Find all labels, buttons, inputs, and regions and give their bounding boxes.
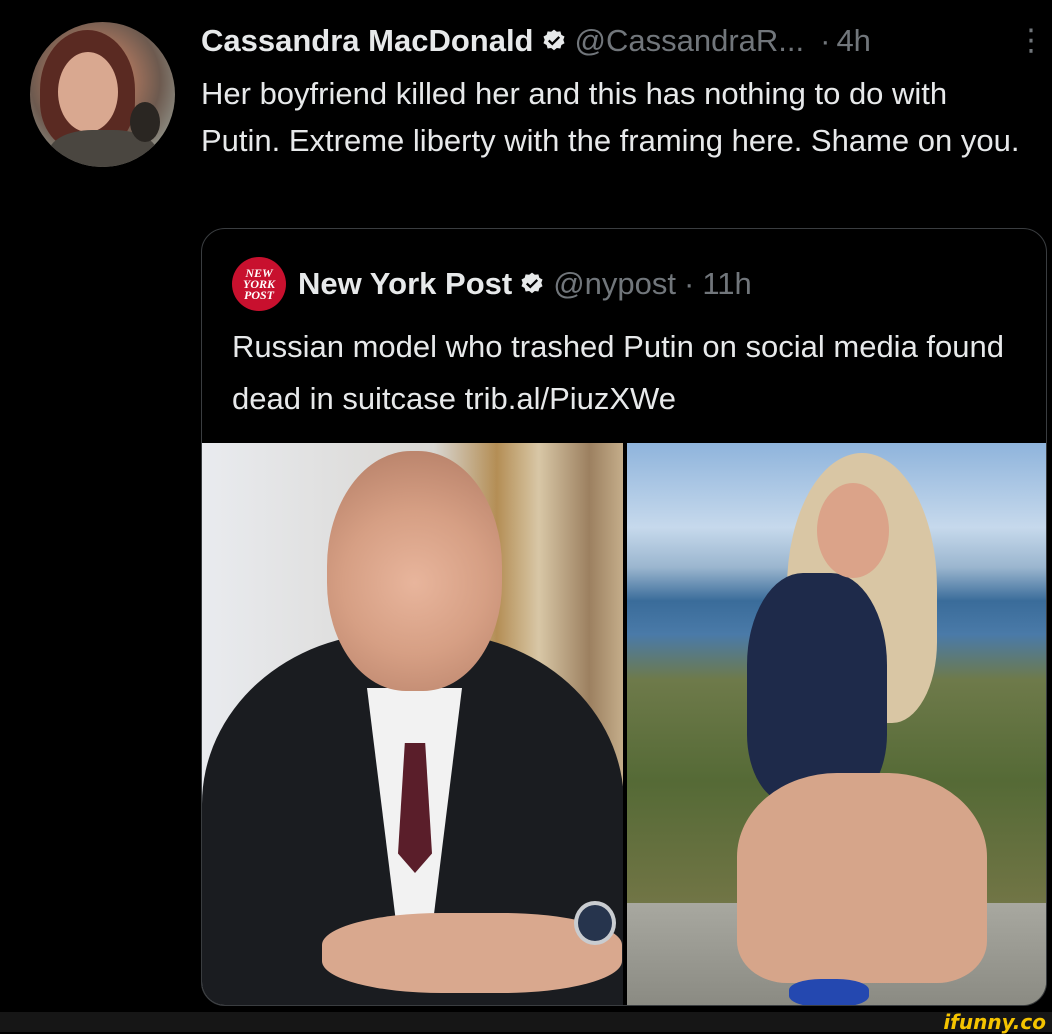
tweet-text: Her boyfriend killed her and this has no… — [201, 76, 1020, 158]
nypost-logo-text: NEW YORK POST — [242, 265, 275, 302]
author-handle[interactable]: @CassandraR... — [575, 20, 805, 62]
header-separator: · — [820, 23, 831, 58]
author-avatar[interactable] — [30, 22, 175, 167]
photo-head-shape — [327, 451, 502, 691]
author-name[interactable]: Cassandra MacDonald — [201, 20, 534, 62]
quoted-author-name[interactable]: New York Post — [298, 266, 512, 302]
quoted-tweet-media[interactable] — [202, 443, 1046, 1005]
watermark-logo: ifunny.co — [943, 1010, 1046, 1034]
quoted-timestamp[interactable]: 11h — [702, 266, 751, 302]
photo-legs-shape — [737, 773, 987, 983]
quoted-header-separator: · — [684, 266, 695, 301]
more-options-icon[interactable]: ⋮ — [1016, 24, 1046, 58]
tweet-header: Cassandra MacDonald @CassandraR... · 4h — [201, 20, 1031, 62]
nypost-logo-icon[interactable]: NEW YORK POST — [232, 257, 286, 311]
avatar-pet — [130, 102, 160, 142]
quoted-author-handle[interactable]: @nypost — [553, 266, 676, 302]
quoted-tweet-text: Russian model who trashed Putin on socia… — [232, 329, 1005, 416]
quoted-tweet-header: NEW YORK POST New York Post @nypost · 11… — [232, 257, 752, 311]
photo-shoe-shape — [789, 979, 869, 1005]
watermark-bar: ifunny.co — [0, 1012, 1052, 1032]
verified-badge-icon — [541, 28, 567, 54]
photo-watch-shape — [574, 901, 616, 945]
tweet-timestamp[interactable]: 4h — [836, 20, 870, 62]
quoted-verified-badge-icon — [519, 271, 545, 297]
avatar-face — [58, 52, 118, 132]
media-photo-left[interactable] — [202, 443, 623, 1005]
photo-body-shape — [747, 573, 887, 803]
media-photo-right[interactable] — [627, 443, 1046, 1005]
photo-face-shape — [817, 483, 889, 578]
quoted-tweet[interactable]: NEW YORK POST New York Post @nypost · 11… — [201, 228, 1047, 1006]
